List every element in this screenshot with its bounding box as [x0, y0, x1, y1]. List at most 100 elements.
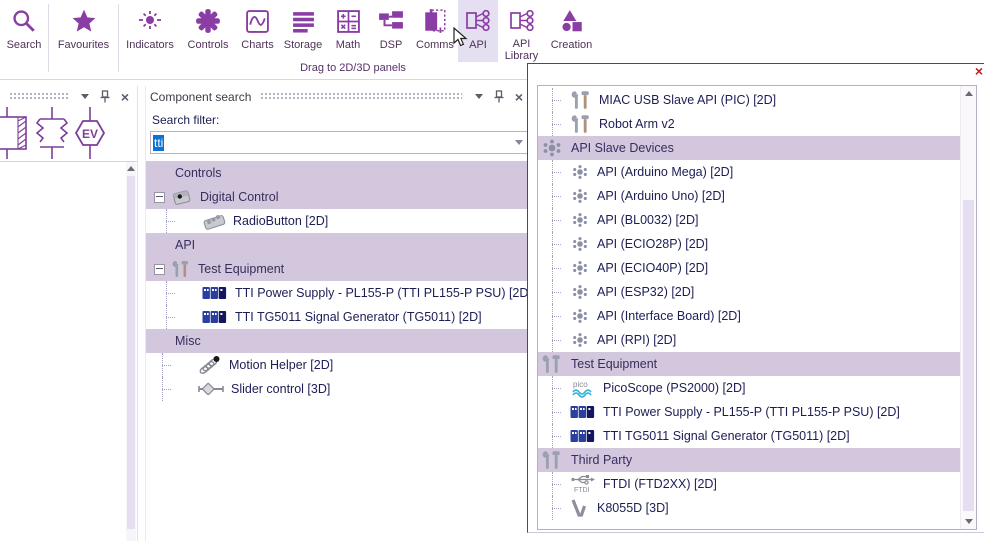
toolbar-button-indicators[interactable]: Indicators [119, 0, 181, 62]
list-item[interactable]: API (ECIO28P) [2D] [538, 232, 961, 256]
panel-close-button[interactable]: × [117, 90, 133, 104]
list-item[interactable]: TTI TG5011 Signal Generator (TG5011) [2D… [538, 424, 961, 448]
scroll-up-arrow[interactable] [126, 162, 136, 174]
tree-item[interactable]: Motion Helper [2D] [146, 353, 531, 377]
toolbar-label: API Library [505, 38, 539, 62]
toolbar-button-api-library[interactable]: API Library [498, 0, 545, 62]
api-device-icon [570, 187, 590, 205]
chart-wave-icon [245, 6, 270, 36]
api-device-icon [570, 283, 590, 301]
search-icon [11, 6, 37, 36]
toolbar-label: Comms [416, 39, 454, 51]
toolbar-label: Creation [551, 39, 593, 51]
tree-label: RadioButton [2D] [233, 214, 328, 228]
toolbar-button-controls[interactable]: Controls [181, 0, 235, 62]
list-item[interactable]: FTDI FTDI (FTD2XX) [2D] [538, 472, 961, 496]
panel-menu-button[interactable] [77, 90, 93, 104]
search-filter-label: Search filter: [152, 113, 531, 127]
chevron-down-icon [475, 94, 483, 99]
left-panel-scrollbar[interactable] [126, 162, 136, 541]
chevron-down-icon [81, 94, 89, 99]
popup-close-button[interactable]: × [975, 65, 983, 78]
component-search-panel: Component search × Search filter: tti Co… [145, 86, 531, 541]
toolbar-label: Storage [284, 39, 323, 51]
list-item[interactable]: Robot Arm v2 [538, 112, 961, 136]
tools-icon [570, 113, 592, 135]
list-item[interactable]: API (Arduino Uno) [2D] [538, 184, 961, 208]
tree-item[interactable]: Slider control [3D] [146, 377, 531, 401]
scroll-down-arrow[interactable] [961, 514, 976, 528]
tree-label: TTI Power Supply - PL155-P (TTI PL155-P … [235, 286, 531, 300]
search-panel-titlebar: Component search × [146, 86, 531, 107]
collapse-icon[interactable] [154, 264, 165, 275]
list-item[interactable]: API (ESP32) [2D] [538, 280, 961, 304]
list-category[interactable]: Third Party [538, 448, 961, 472]
tree-branch[interactable]: Digital Control [146, 185, 531, 209]
star-icon [71, 6, 97, 36]
list-item[interactable]: API (RPI) [2D] [538, 328, 961, 352]
ev-symbol-label: EV [82, 127, 98, 141]
tree-item[interactable]: TTI Power Supply - PL155-P (TTI PL155-P … [146, 281, 531, 305]
tti-instrument-icon [570, 429, 596, 443]
list-item-label: API (RPI) [2D] [597, 333, 676, 347]
toolbar-button-creation[interactable]: Creation [545, 0, 598, 62]
list-item[interactable]: K8055D [3D] [538, 496, 961, 520]
list-item[interactable]: API (Arduino Mega) [2D] [538, 160, 961, 184]
toolbar-button-math[interactable]: Math [326, 0, 370, 62]
panel-pin-button[interactable] [491, 90, 507, 104]
toolbar-button-comms[interactable]: Comms [412, 0, 458, 62]
tti-instrument-icon [202, 286, 228, 300]
tree-item[interactable]: TTI TG5011 Signal Generator (TG5011) [2D… [146, 305, 531, 329]
list-item[interactable]: TTI Power Supply - PL155-P (TTI PL155-P … [538, 400, 961, 424]
panel-close-button[interactable]: × [511, 90, 527, 104]
scroll-thumb[interactable] [963, 200, 974, 511]
popup-scrollbar[interactable] [960, 86, 976, 529]
panel-pin-button[interactable] [97, 90, 113, 104]
tree-item[interactable]: RadioButton [2D] [146, 209, 531, 233]
tree-category[interactable]: Controls [146, 161, 531, 185]
list-item-label: K8055D [3D] [597, 501, 669, 515]
slider-control-icon [198, 382, 224, 396]
api-device-icon [570, 211, 590, 229]
tree-branch[interactable]: Test Equipment [146, 257, 531, 281]
list-item[interactable]: API (Interface Board) [2D] [538, 304, 961, 328]
scroll-thumb[interactable] [127, 176, 135, 529]
list-item[interactable]: API (BL0032) [2D] [538, 208, 961, 232]
list-item-label: Robot Arm v2 [599, 117, 675, 131]
toolbar-button-charts[interactable]: Charts [235, 0, 280, 62]
list-item-label: TTI TG5011 Signal Generator (TG5011) [2D… [603, 429, 850, 443]
component-symbols-panel: × [0, 86, 138, 541]
api-device-icon [570, 331, 590, 349]
list-category[interactable]: Test Equipment [538, 352, 961, 376]
titlebar-drag-texture[interactable] [9, 92, 68, 101]
list-item[interactable]: API (ECIO40P) [2D] [538, 256, 961, 280]
list-item[interactable]: pico PicoScope (PS2000) [2D] [538, 376, 961, 400]
toolbar-label: Math [336, 39, 360, 51]
tools-icon [540, 449, 564, 471]
list-item[interactable]: MIAC USB Slave API (PIC) [2D] [538, 88, 961, 112]
tree-category[interactable]: Misc [146, 329, 531, 353]
dsp-blocks-icon [378, 6, 404, 36]
search-filter-input[interactable]: tti [150, 131, 529, 154]
tree-label: Motion Helper [2D] [229, 358, 333, 372]
tree-label: Digital Control [200, 190, 279, 204]
svg-text:FTDI: FTDI [574, 487, 590, 494]
panel-menu-button[interactable] [471, 90, 487, 104]
toolbar-button-dsp[interactable]: DSP [370, 0, 412, 62]
tree-category[interactable]: API [146, 233, 531, 257]
symbol-strip: EV [0, 107, 137, 159]
list-item-label: API (BL0032) [2D] [597, 213, 698, 227]
scroll-up-arrow[interactable] [961, 86, 976, 100]
toolbar-button-storage[interactable]: Storage [280, 0, 326, 62]
titlebar-drag-texture[interactable] [260, 92, 462, 101]
list-item-label: API (ECIO28P) [2D] [597, 237, 708, 251]
close-icon: × [121, 91, 129, 103]
collapse-icon[interactable] [154, 192, 165, 203]
combo-dropdown-icon[interactable] [515, 140, 523, 145]
motion-helper-icon [198, 355, 222, 375]
toolbar-button-search[interactable]: Search [0, 0, 48, 62]
list-category[interactable]: API Slave Devices [538, 136, 961, 160]
list-category-label: Test Equipment [571, 357, 657, 371]
tools-icon [540, 353, 564, 375]
toolbar-button-favourites[interactable]: Favourites [49, 0, 118, 62]
